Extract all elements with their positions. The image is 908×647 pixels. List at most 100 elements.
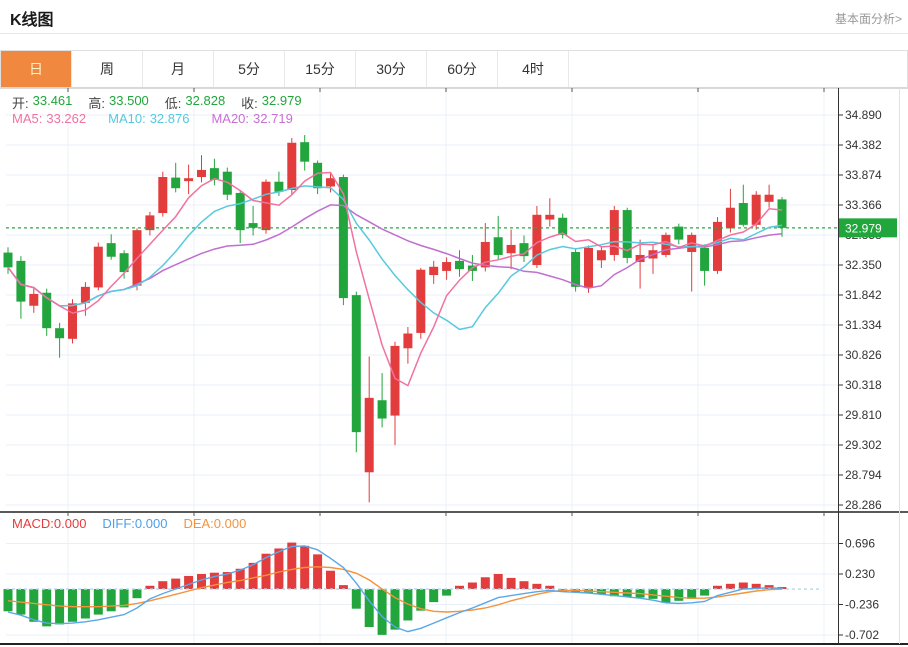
macd-bar bbox=[506, 577, 516, 590]
chart-frame bbox=[0, 88, 908, 645]
y-axis-label: 32.350 bbox=[845, 258, 882, 272]
macd-bar bbox=[68, 589, 77, 622]
macd-bar bbox=[674, 589, 684, 601]
y-axis-label: 29.302 bbox=[845, 438, 882, 452]
macd-bar bbox=[429, 589, 439, 603]
macd-bar bbox=[93, 589, 103, 615]
y-axis-label: 31.842 bbox=[845, 288, 882, 302]
candle-body bbox=[171, 177, 181, 189]
y-axis-label: 29.810 bbox=[845, 408, 882, 422]
candle-body bbox=[287, 142, 297, 190]
macd-bar bbox=[326, 570, 335, 590]
close-value: 32.979 bbox=[261, 93, 302, 108]
high-label: 高: bbox=[88, 96, 106, 111]
macd-bar bbox=[493, 573, 503, 590]
candle-body bbox=[300, 142, 310, 162]
macd-bar bbox=[158, 581, 168, 590]
macd-bar bbox=[287, 542, 297, 590]
ma5-value: 33.262 bbox=[46, 111, 87, 126]
y-axis-label: 33.874 bbox=[845, 168, 882, 182]
kline-page: K线图 基本面分析> 日 周 月 5分 15分 30分 60分 4时 34.89… bbox=[0, 0, 908, 647]
candle-body bbox=[416, 269, 426, 333]
macd-bar bbox=[442, 589, 452, 596]
macd-y-axis-label: 0.230 bbox=[845, 567, 875, 581]
candle-body bbox=[493, 237, 503, 255]
grid-lines bbox=[6, 89, 838, 643]
candle-body bbox=[558, 217, 568, 235]
current-price-badge: 32.979 bbox=[839, 218, 897, 238]
candle-body bbox=[248, 223, 258, 228]
macd-bar bbox=[29, 589, 39, 622]
price-badge-text: 32.979 bbox=[845, 221, 882, 235]
candle-body bbox=[506, 244, 516, 254]
y-axis-label: 34.382 bbox=[845, 138, 882, 152]
candle-body bbox=[274, 181, 284, 192]
candle-body bbox=[455, 260, 464, 270]
candle-body bbox=[764, 194, 774, 202]
low-label: 低: bbox=[164, 96, 182, 111]
macd-bar bbox=[42, 589, 52, 627]
candle-body bbox=[403, 333, 413, 349]
macd-bar bbox=[274, 548, 284, 590]
y-axis-label: 28.794 bbox=[845, 468, 882, 482]
dea-value: DEA:0.000 bbox=[183, 516, 247, 531]
ma20-label: MA20: bbox=[211, 111, 250, 126]
macd-bar bbox=[532, 583, 542, 590]
candle-body bbox=[700, 247, 710, 271]
candle-body bbox=[68, 303, 77, 339]
ma5-label: MA5: bbox=[12, 111, 43, 126]
macd-bar bbox=[132, 589, 142, 599]
y-axis-label: 28.286 bbox=[845, 498, 882, 512]
y-axis-label: 34.890 bbox=[845, 108, 882, 122]
macd-legend: MACD:0.000 DIFF:0.000 DEA:0.000 bbox=[12, 516, 246, 531]
candle-body bbox=[777, 199, 787, 228]
y-axis-label: 33.366 bbox=[845, 198, 882, 212]
candle-body bbox=[261, 181, 271, 231]
candle-body bbox=[674, 226, 684, 240]
candle-body bbox=[725, 207, 735, 229]
y-axis-labels: 34.89034.38233.87433.36632.85832.35031.8… bbox=[838, 108, 882, 642]
candle-body bbox=[184, 178, 194, 182]
macd-y-axis-label: -0.236 bbox=[845, 597, 879, 611]
candle-body bbox=[609, 210, 619, 255]
candle-body bbox=[106, 243, 116, 257]
y-axis-label: 30.318 bbox=[845, 378, 882, 392]
macd-bar bbox=[519, 581, 529, 590]
candle-body bbox=[442, 262, 452, 271]
ma10-value: 32.876 bbox=[149, 111, 190, 126]
candle-body bbox=[545, 214, 555, 220]
macd-bar bbox=[235, 568, 245, 590]
candle-body bbox=[3, 252, 13, 268]
macd-bar bbox=[80, 589, 90, 619]
candle-body bbox=[197, 169, 206, 178]
candle-body bbox=[29, 293, 39, 306]
macd-y-axis-label: -0.702 bbox=[845, 628, 879, 642]
macd-bar bbox=[738, 582, 748, 590]
candle-body bbox=[326, 178, 335, 187]
candle-body bbox=[377, 400, 387, 419]
macd-bar bbox=[209, 572, 219, 590]
macd-bar bbox=[3, 589, 13, 612]
macd-y-axis-label: 0.696 bbox=[845, 536, 875, 550]
candlesticks bbox=[3, 135, 787, 503]
close-label: 收: bbox=[241, 96, 258, 111]
macd-bar bbox=[364, 589, 374, 628]
open-value: 33.461 bbox=[32, 93, 73, 108]
candle-body bbox=[596, 250, 606, 261]
macd-bar bbox=[313, 554, 323, 590]
macd-bar bbox=[467, 582, 477, 590]
candle-body bbox=[364, 397, 374, 473]
macd-bar bbox=[106, 589, 116, 612]
candle-body bbox=[584, 247, 593, 289]
macd-bar bbox=[700, 589, 710, 596]
diff-value: DIFF:0.000 bbox=[102, 516, 168, 531]
candle-body bbox=[93, 246, 103, 288]
open-label: 开: bbox=[12, 96, 29, 111]
high-value: 33.500 bbox=[109, 93, 149, 108]
low-value: 32.828 bbox=[185, 93, 226, 108]
candle-body bbox=[222, 171, 232, 195]
macd-bar bbox=[725, 583, 735, 590]
candle-body bbox=[713, 221, 722, 271]
y-axis-label: 30.826 bbox=[845, 348, 882, 362]
ohlc-legend: 开: 33.461 高: 33.500 低: 32.828 收: 32.979 bbox=[12, 93, 302, 112]
